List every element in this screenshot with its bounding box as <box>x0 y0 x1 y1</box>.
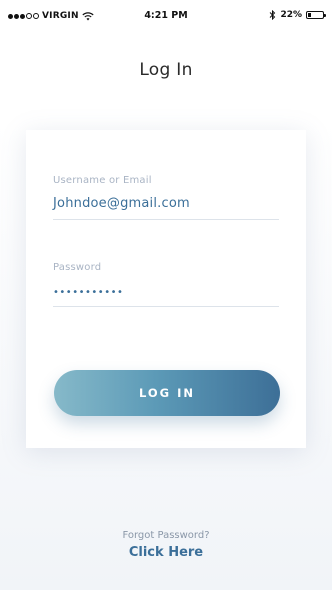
login-button[interactable]: LOG IN <box>54 370 280 416</box>
login-screen: VIRGIN 4:21 PM 22% Log In Username or Em… <box>0 0 332 590</box>
page-title: Log In <box>139 60 193 80</box>
password-underline <box>53 306 279 307</box>
username-label: Username or Email <box>53 175 152 186</box>
username-input[interactable]: Johndoe@gmail.com <box>53 196 279 211</box>
bluetooth-icon <box>270 10 276 20</box>
status-bar: VIRGIN 4:21 PM 22% <box>0 0 332 30</box>
status-right: 22% <box>269 10 326 20</box>
login-card: Username or Email Johndoe@gmail.com Pass… <box>26 130 306 448</box>
forgot-password-link[interactable]: Click Here <box>0 545 332 560</box>
password-input[interactable]: ••••••••••• <box>53 287 279 298</box>
battery-icon <box>306 11 326 19</box>
battery-fill <box>308 13 311 17</box>
password-label: Password <box>53 262 102 273</box>
battery-percent: 22% <box>280 10 302 20</box>
username-underline <box>53 219 279 220</box>
password-field[interactable]: Password ••••••••••• <box>53 262 279 307</box>
username-field[interactable]: Username or Email Johndoe@gmail.com <box>53 175 279 220</box>
forgot-password-text: Forgot Password? <box>122 530 210 541</box>
